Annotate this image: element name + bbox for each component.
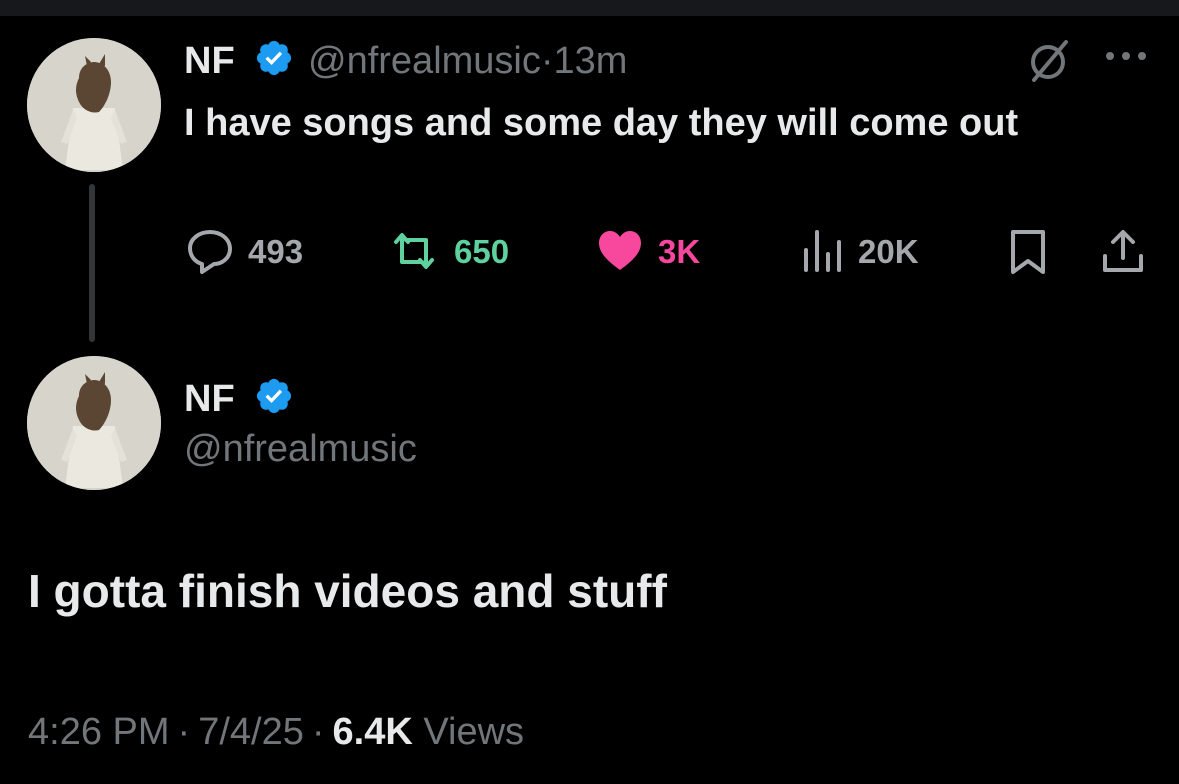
- like-count: 3K: [658, 232, 701, 270]
- views-icon: [804, 230, 841, 272]
- reply-count: 493: [248, 232, 304, 270]
- grok-icon[interactable]: [1024, 36, 1074, 86]
- views-count: 20K: [858, 232, 919, 270]
- retweet-count: 650: [454, 232, 510, 270]
- share-icon[interactable]: [1100, 228, 1146, 276]
- separator-dot: ·: [177, 711, 191, 753]
- author-name[interactable]: NF: [184, 380, 235, 418]
- tweet-meta: 4:26 PM · 7/4/25 · 6.4K Views: [28, 710, 524, 756]
- separator-dot: ·: [311, 711, 325, 753]
- views-count[interactable]: 6.4K: [333, 711, 413, 753]
- author-name[interactable]: NF: [184, 42, 235, 80]
- thread-line: [89, 184, 95, 342]
- tweet-time-ago[interactable]: 13m: [554, 40, 628, 82]
- retweet-button[interactable]: 650: [388, 228, 509, 274]
- top-bar: [0, 0, 1179, 16]
- tweet-time[interactable]: 4:26 PM: [28, 711, 170, 753]
- verified-badge-icon[interactable]: [254, 38, 294, 78]
- views-label[interactable]: Views: [423, 711, 524, 753]
- retweet-icon: [394, 233, 434, 269]
- more-icon[interactable]: [1104, 48, 1148, 64]
- views-button[interactable]: 20K: [802, 228, 919, 274]
- heart-icon: [599, 231, 641, 270]
- bookmark-icon[interactable]: [1008, 228, 1048, 276]
- avatar[interactable]: [27, 38, 161, 172]
- tweet-text: I gotta finish videos and stuff: [28, 565, 667, 617]
- reply-button[interactable]: 493: [186, 228, 303, 274]
- separator-dot: ·: [540, 40, 554, 82]
- verified-badge-icon[interactable]: [254, 376, 294, 416]
- author-handle[interactable]: @nfrealmusic: [308, 40, 541, 82]
- author-handle[interactable]: @nfrealmusic: [184, 430, 417, 468]
- avatar[interactable]: [27, 356, 161, 490]
- tweet-text: I have songs and some day they will come…: [184, 102, 1019, 144]
- reply-icon: [188, 230, 232, 274]
- tweet-date[interactable]: 7/4/25: [198, 711, 304, 753]
- like-button[interactable]: 3K: [596, 228, 700, 274]
- author-handle-and-time[interactable]: @nfrealmusic·13m: [308, 42, 627, 80]
